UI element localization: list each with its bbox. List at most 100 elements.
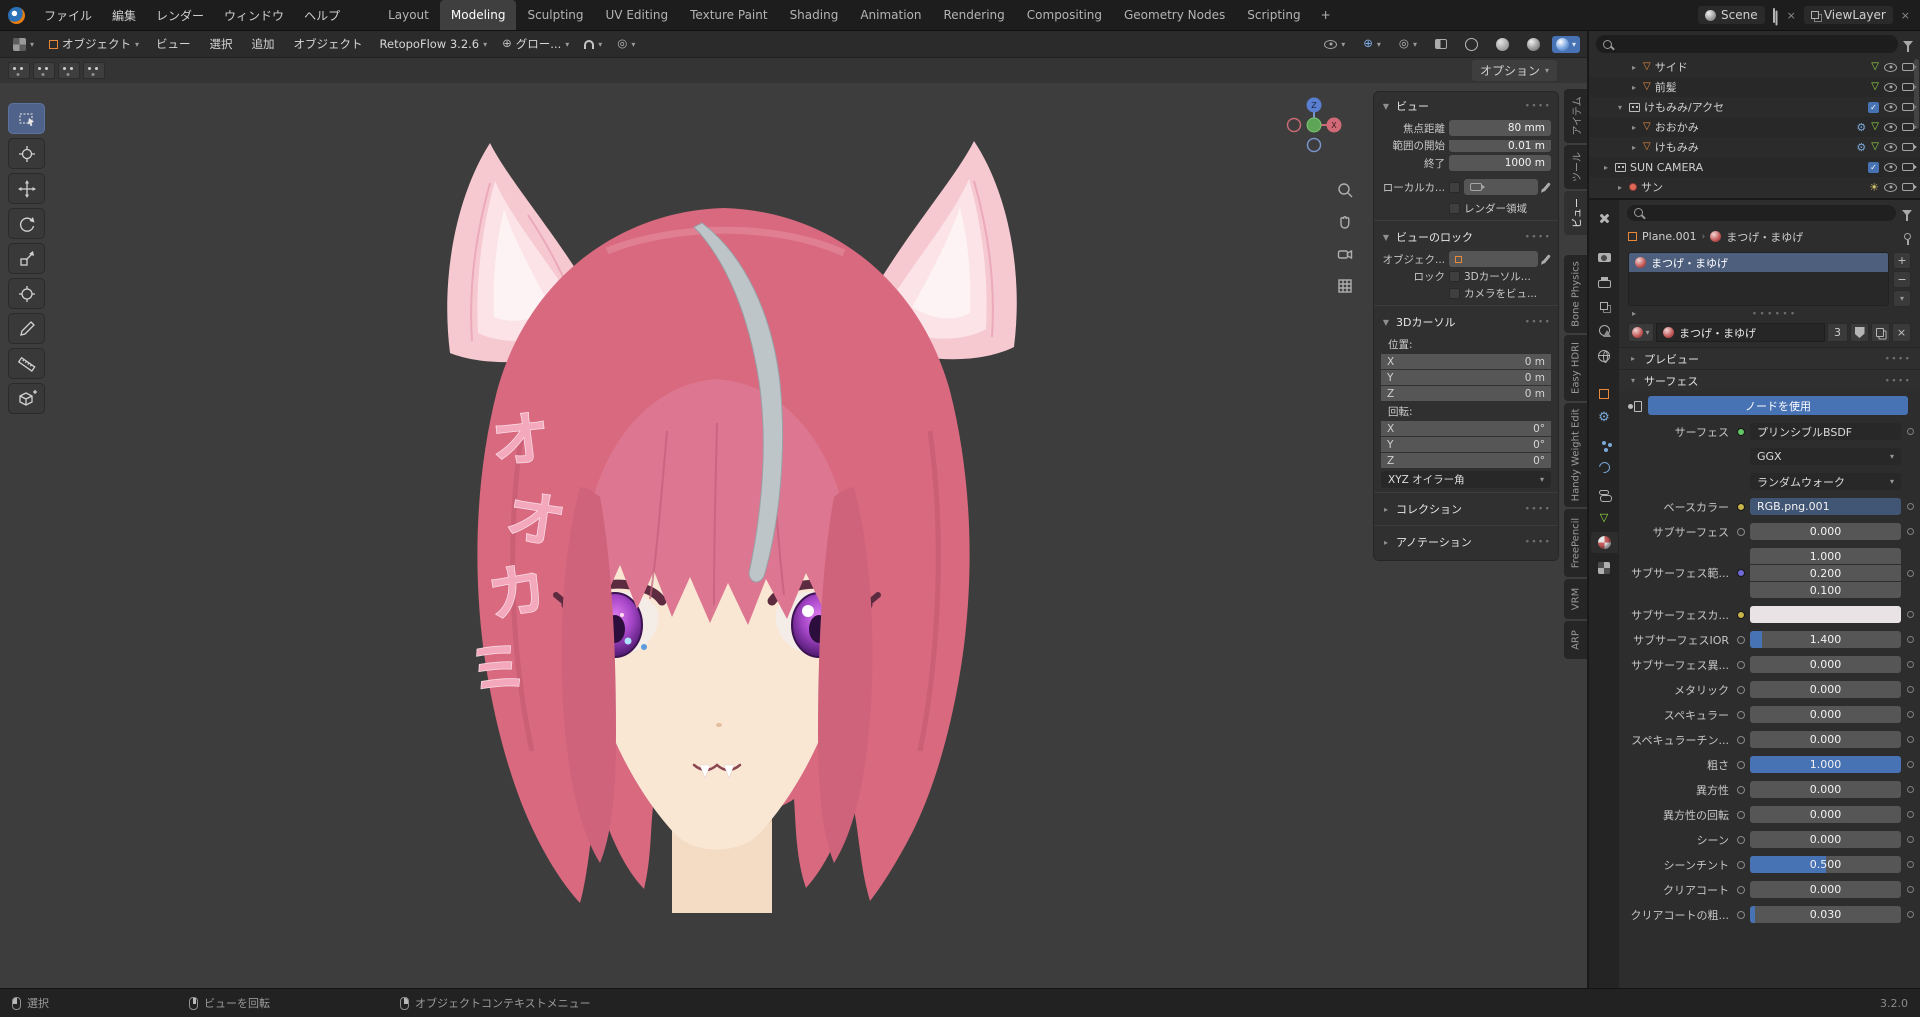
menu-edit[interactable]: 編集 [103, 4, 145, 27]
outliner-row-side[interactable]: ▸ ▽ サイド ▽ [1589, 57, 1920, 77]
workspace-tab-scripting[interactable]: Scripting [1236, 0, 1311, 30]
tab-tool[interactable] [1591, 208, 1618, 229]
disable-render-icon[interactable] [1902, 83, 1917, 91]
breadcrumb-object[interactable]: Plane.001 [1642, 230, 1697, 243]
view-section-header[interactable]: ▼ ビュー ∙∙∙∙ [1374, 92, 1558, 118]
disable-render-icon[interactable] [1902, 123, 1917, 131]
subsurface-ior-slider[interactable]: 1.400 [1750, 631, 1901, 648]
hide-viewport-icon[interactable] [1884, 122, 1897, 132]
tab-physics[interactable] [1591, 457, 1618, 478]
workspace-tab-layout[interactable]: Layout [377, 0, 440, 30]
tab-vrm[interactable]: VRM [1564, 579, 1587, 619]
tab-view[interactable]: ビュー [1564, 191, 1587, 235]
quick-toggle-button-3[interactable] [58, 62, 80, 79]
decorator-dot[interactable] [1907, 711, 1914, 718]
lock-object-field[interactable] [1449, 251, 1538, 267]
expand-icon[interactable]: ▸ [1629, 143, 1639, 152]
shading-solid-button[interactable] [1490, 35, 1515, 54]
browse-material-button[interactable]: ▾ [1628, 323, 1654, 342]
blender-logo-icon[interactable] [8, 6, 25, 24]
anisotropic-slider[interactable]: 0.000 [1750, 781, 1901, 798]
filter-icon[interactable] [1902, 209, 1912, 221]
gizmos-dropdown[interactable]: ⊕ ▾ [1357, 35, 1387, 53]
tab-constraints[interactable] [1591, 482, 1618, 503]
tab-world[interactable] [1591, 345, 1618, 366]
camera-view-icon[interactable] [1336, 245, 1354, 263]
visibility-dropdown[interactable]: ▾ [1318, 37, 1351, 52]
decorator-dot[interactable] [1907, 611, 1914, 618]
list-resize-grip[interactable]: ▸ ∙∙∙∙∙∙ [1619, 307, 1920, 320]
lock-3d-cursor-checkbox[interactable] [1449, 271, 1460, 282]
tab-object[interactable] [1591, 382, 1618, 403]
decorator-dot[interactable] [1907, 811, 1914, 818]
render-region-checkbox[interactable] [1449, 203, 1460, 214]
tab-bone-physics[interactable]: Bone Physics [1564, 255, 1587, 333]
expand-icon[interactable]: ▸ [1629, 63, 1639, 72]
surface-shader-dropdown[interactable]: プリンシブルBSDF [1750, 423, 1901, 440]
remove-slot-button[interactable]: − [1893, 271, 1911, 288]
disable-render-icon[interactable] [1902, 63, 1917, 71]
sheen-tint-slider[interactable]: 0.500 [1750, 856, 1901, 873]
annotate-tool[interactable] [8, 313, 45, 344]
add-menu[interactable]: 追加 [244, 33, 283, 55]
tab-render[interactable] [1591, 245, 1618, 266]
menu-render[interactable]: レンダー [147, 4, 213, 27]
rotation-mode-dropdown[interactable]: XYZ オイラー角 ▾ [1381, 471, 1551, 488]
workspace-tab-texture-paint[interactable]: Texture Paint [679, 0, 778, 30]
surface-panel-header[interactable]: ▾ サーフェス ∙∙∙∙ [1619, 369, 1920, 391]
fake-user-button[interactable] [1850, 323, 1869, 342]
workspace-tab-rendering[interactable]: Rendering [933, 0, 1016, 30]
base-color-texture-field[interactable]: RGB.png.001 [1750, 498, 1901, 515]
outliner-row-sun-camera[interactable]: ▸ SUN CAMERA ✓ [1589, 157, 1920, 177]
object-menu[interactable]: オブジェクト [286, 33, 371, 55]
snap-toggle[interactable]: ▾ [578, 37, 608, 52]
add-slot-button[interactable]: + [1893, 252, 1911, 269]
camera-to-view-checkbox[interactable] [1449, 288, 1460, 299]
breadcrumb-material[interactable]: まつげ・まゆげ [1726, 229, 1803, 245]
new-scene-icon[interactable] [1771, 7, 1779, 23]
workspace-tab-modeling[interactable]: Modeling [439, 0, 517, 30]
decorator-dot[interactable] [1907, 528, 1914, 535]
cursor-tool[interactable] [8, 138, 45, 169]
subsurface-radius-fields[interactable]: 1.000 0.200 0.100 [1750, 548, 1901, 598]
cursor-rotation-x-field[interactable]: X 0° [1381, 421, 1551, 436]
outliner-row-bangs[interactable]: ▸ ▽ 前髪 ▽ [1589, 77, 1920, 97]
sheen-slider[interactable]: 0.000 [1750, 831, 1901, 848]
select-box-tool[interactable] [8, 103, 45, 134]
add-workspace-button[interactable]: + [1312, 0, 1340, 30]
tab-output[interactable] [1591, 270, 1618, 291]
specular-slider[interactable]: 0.000 [1750, 706, 1901, 723]
workspace-tab-geometry-nodes[interactable]: Geometry Nodes [1113, 0, 1236, 30]
disable-render-icon[interactable] [1902, 163, 1917, 171]
navigation-gizmo[interactable]: Z X [1282, 93, 1346, 157]
tab-arp[interactable]: ARP [1564, 621, 1587, 659]
hide-viewport-icon[interactable] [1884, 142, 1897, 152]
pin-icon[interactable] [1904, 233, 1911, 245]
subsurface-anisotropy-slider[interactable]: 0.000 [1750, 656, 1901, 673]
metallic-slider[interactable]: 0.000 [1750, 681, 1901, 698]
subsurface-slider[interactable]: 0.000 [1750, 523, 1901, 540]
unlink-scene-icon[interactable]: × [1785, 9, 1798, 22]
local-camera-field[interactable] [1464, 179, 1538, 195]
proportional-edit-toggle[interactable]: ◎ ▾ [611, 35, 641, 53]
workspace-tab-uv-editing[interactable]: UV Editing [595, 0, 680, 30]
cursor-rotation-y-field[interactable]: Y 0° [1381, 437, 1551, 452]
tab-particles[interactable] [1591, 432, 1618, 453]
select-menu[interactable]: 選択 [202, 33, 241, 55]
workspace-tab-compositing[interactable]: Compositing [1016, 0, 1113, 30]
unlink-view-layer-icon[interactable]: × [1899, 9, 1912, 22]
retopoflow-menu[interactable]: RetopoFlow 3.2.6 ▾ [374, 34, 494, 54]
outliner-row-ookami[interactable]: ▸ ▽ おおかみ ⚙ ▽ [1589, 117, 1920, 137]
decorator-dot[interactable] [1907, 686, 1914, 693]
hide-viewport-icon[interactable] [1884, 162, 1897, 172]
decorator-dot[interactable] [1907, 786, 1914, 793]
zoom-icon[interactable] [1336, 181, 1354, 199]
workspace-tab-sculpting[interactable]: Sculpting [516, 0, 594, 30]
use-nodes-button[interactable]: ノードを使用 [1648, 396, 1908, 415]
roughness-slider[interactable]: 1.000 [1750, 756, 1901, 773]
expand-icon[interactable]: ▸ [1629, 123, 1639, 132]
decorator-dot[interactable] [1907, 886, 1914, 893]
outliner-search-input[interactable] [1596, 35, 1898, 53]
tab-view-layer[interactable] [1591, 295, 1618, 316]
subsurface-color-swatch[interactable] [1750, 606, 1901, 623]
